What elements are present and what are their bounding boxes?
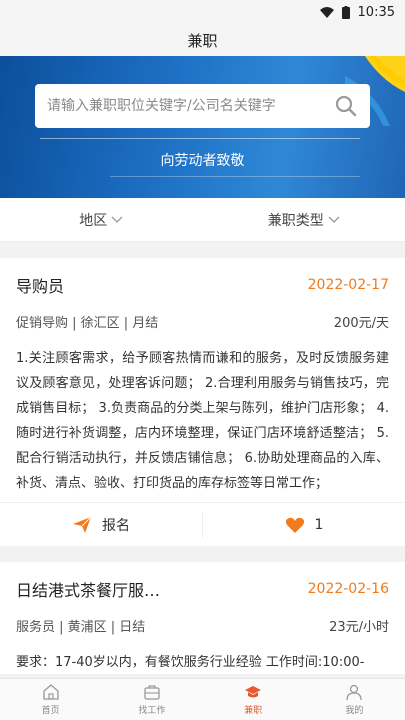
job-date: 2022-02-16 bbox=[307, 581, 389, 597]
banner-slogan: 向劳动者致敬 bbox=[160, 153, 245, 169]
search-icon[interactable] bbox=[334, 94, 358, 118]
job-description: 要求：17-40岁以内，有餐饮服务行业经验 工作时间:10:00- bbox=[16, 655, 365, 668]
filter-label: 兼职类型 bbox=[267, 212, 324, 229]
status-bar: 10:35 bbox=[0, 0, 405, 24]
filter-job-type[interactable]: 兼职类型 bbox=[203, 210, 405, 230]
search-box[interactable] bbox=[35, 84, 370, 128]
like-button[interactable]: 1 bbox=[202, 511, 405, 538]
tab-label: 兼职 bbox=[244, 706, 263, 716]
chevron-down-icon bbox=[111, 216, 123, 223]
job-date: 2022-02-17 bbox=[307, 277, 389, 293]
heart-icon bbox=[285, 517, 304, 533]
tab-label: 首页 bbox=[41, 706, 60, 716]
briefcase-icon bbox=[144, 685, 160, 700]
job-list: 导购员 2022-02-17 促销导购 | 徐汇区 | 月结 200元/天 1.… bbox=[0, 242, 405, 674]
filter-label: 地区 bbox=[79, 212, 108, 229]
job-card[interactable]: 日结港式茶餐厅服… 2022-02-16 服务员 | 黄浦区 | 日结 23元/… bbox=[0, 562, 405, 674]
tab-label: 我的 bbox=[345, 706, 364, 716]
job-pay: 200元/天 bbox=[333, 315, 389, 331]
status-time: 10:35 bbox=[357, 4, 395, 20]
graduation-cap-icon bbox=[245, 686, 262, 698]
tab-find-job[interactable]: 找工作 bbox=[101, 679, 202, 720]
battery-icon bbox=[341, 5, 350, 19]
banner-line bbox=[110, 176, 360, 177]
apply-button[interactable]: 报名 bbox=[0, 515, 202, 535]
bottom-tab-bar: 首页 找工作 兼职 我的 bbox=[0, 678, 405, 720]
job-card[interactable]: 导购员 2022-02-17 促销导购 | 徐汇区 | 月结 200元/天 1.… bbox=[0, 258, 405, 546]
banner-line bbox=[40, 138, 360, 139]
paper-plane-icon bbox=[73, 516, 92, 533]
user-icon bbox=[346, 684, 363, 701]
filter-bar: 地区 兼职类型 bbox=[0, 198, 405, 242]
home-icon bbox=[42, 684, 59, 700]
job-title: 导购员 bbox=[16, 277, 65, 296]
tab-home[interactable]: 首页 bbox=[0, 679, 101, 720]
job-title: 日结港式茶餐厅服… bbox=[16, 581, 161, 600]
search-input[interactable] bbox=[47, 98, 334, 114]
tab-label: 找工作 bbox=[138, 706, 166, 716]
job-pay: 23元/小时 bbox=[329, 619, 389, 635]
job-actions: 报名 1 bbox=[0, 502, 405, 546]
filter-region[interactable]: 地区 bbox=[0, 210, 203, 230]
tab-profile[interactable]: 我的 bbox=[304, 679, 405, 720]
apply-label: 报名 bbox=[102, 517, 130, 534]
chevron-down-icon bbox=[328, 216, 340, 223]
job-meta: 服务员 | 黄浦区 | 日结 bbox=[16, 619, 146, 635]
page-title: 兼职 bbox=[0, 24, 405, 56]
tab-part-time[interactable]: 兼职 bbox=[203, 679, 304, 720]
banner: 向劳动者致敬 bbox=[0, 56, 405, 198]
job-meta: 促销导购 | 徐汇区 | 月结 bbox=[16, 315, 159, 331]
job-description: 1.关注顾客需求，给予顾客热情而谦和的服务，及时反馈服务建议及顾客意见，处理客诉… bbox=[16, 351, 389, 491]
wifi-icon bbox=[319, 6, 334, 18]
like-count: 1 bbox=[314, 516, 324, 533]
